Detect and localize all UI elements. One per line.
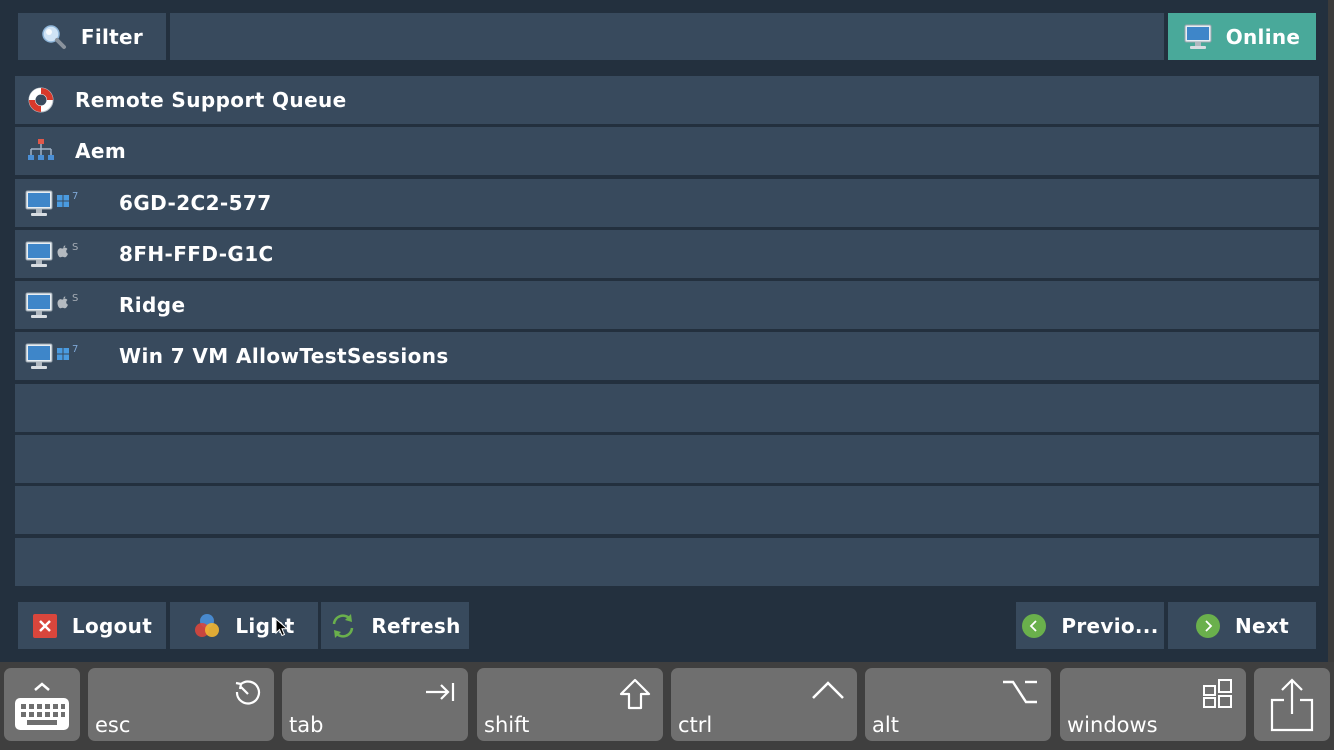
esc-icon <box>232 678 262 712</box>
device-name: Win 7 VM AllowTestSessions <box>119 344 449 369</box>
hierarchy-icon <box>27 137 55 169</box>
windows-grid-icon <box>1202 678 1234 714</box>
refresh-button[interactable]: Refresh <box>321 602 469 649</box>
computer-icon <box>25 343 53 375</box>
list-item-device[interactable]: S Ridge <box>15 281 1319 330</box>
device-name: Ridge <box>119 293 186 318</box>
tab-label: tab <box>289 713 324 737</box>
empty-row <box>15 537 1319 586</box>
windows-icon <box>57 192 69 211</box>
close-icon <box>32 613 58 639</box>
os-version: 7 <box>72 344 79 356</box>
computer-icon <box>25 292 53 324</box>
os-version: 7 <box>72 190 79 202</box>
logout-label: Logout <box>71 613 153 638</box>
list-item-device[interactable]: 7 Win 7 VM AllowTestSessions <box>15 332 1319 381</box>
os-version: S <box>72 293 79 305</box>
previous-label: Previo... <box>1061 613 1159 638</box>
windows-os-badge: 7 <box>57 345 78 364</box>
refresh-label: Refresh <box>371 613 461 638</box>
session-list: Remote Support Queue Aem 7 6GD-2C2-577 S… <box>15 76 1319 589</box>
online-label: Online <box>1225 24 1301 49</box>
chevron-left-icon <box>1021 613 1047 639</box>
magnifier-icon <box>41 24 67 50</box>
esc-key[interactable]: esc <box>88 668 274 741</box>
shift-label: shift <box>484 713 530 737</box>
list-item-label: Aem <box>75 139 127 164</box>
share-icon <box>1268 678 1316 738</box>
list-item-device[interactable]: S 8FH-FFD-G1C <box>15 229 1319 278</box>
list-item-aem[interactable]: Aem <box>15 127 1319 176</box>
online-button[interactable]: Online <box>1168 13 1316 60</box>
mouse-pointer-icon <box>275 617 289 642</box>
window-edge <box>1328 0 1334 662</box>
keyboard-toolbar: esc tab shift ctrl alt windows <box>0 662 1334 750</box>
apple-icon <box>57 294 69 313</box>
light-theme-button[interactable]: Light <box>170 602 318 649</box>
esc-label: esc <box>95 713 131 737</box>
next-page-button[interactable]: Next <box>1168 602 1316 649</box>
list-item-label: Remote Support Queue <box>75 88 347 112</box>
ctrl-key[interactable]: ctrl <box>671 668 857 741</box>
windows-key[interactable]: windows <box>1060 668 1246 741</box>
shift-key[interactable]: shift <box>477 668 663 741</box>
chevron-right-icon <box>1195 613 1221 639</box>
lifebuoy-icon <box>27 86 55 118</box>
ctrl-icon <box>811 678 845 706</box>
empty-row <box>15 435 1319 484</box>
list-item-remote-support-queue[interactable]: Remote Support Queue <box>15 76 1319 124</box>
keyboard-icon <box>13 676 71 736</box>
os-version: S <box>72 241 79 253</box>
windows-icon <box>57 345 69 364</box>
logout-button[interactable]: Logout <box>18 602 166 649</box>
toggle-keyboard-key[interactable] <box>4 668 80 741</box>
computer-icon <box>25 190 53 222</box>
app-window: Filter Online Remote Support Queue Aem 7… <box>0 0 1334 662</box>
refresh-icon <box>329 612 357 640</box>
windows-os-badge: 7 <box>57 190 79 211</box>
color-palette-icon <box>193 612 221 640</box>
alt-key[interactable]: alt <box>865 668 1051 741</box>
device-name: 6GD-2C2-577 <box>119 190 272 215</box>
monitor-icon <box>1184 24 1212 50</box>
filter-input[interactable] <box>170 13 1164 60</box>
mac-os-badge: S <box>57 294 78 313</box>
shift-icon <box>619 678 651 714</box>
computer-icon <box>25 241 53 273</box>
filter-label: Filter <box>80 24 144 49</box>
device-name: 8FH-FFD-G1C <box>119 241 274 266</box>
apple-icon <box>57 243 69 262</box>
empty-row <box>15 486 1319 535</box>
alt-label: alt <box>872 713 899 737</box>
next-label: Next <box>1235 613 1289 638</box>
tab-key[interactable]: tab <box>282 668 468 741</box>
tab-icon <box>424 678 456 712</box>
filter-button[interactable]: Filter <box>18 13 166 60</box>
empty-row <box>15 383 1319 432</box>
share-key[interactable] <box>1254 668 1330 741</box>
previous-page-button[interactable]: Previo... <box>1016 602 1164 649</box>
alt-option-icon <box>1001 678 1039 710</box>
windows-label: windows <box>1067 713 1158 737</box>
list-item-device[interactable]: 7 6GD-2C2-577 <box>15 178 1319 227</box>
ctrl-label: ctrl <box>678 713 713 737</box>
mac-os-badge: S <box>57 241 79 262</box>
